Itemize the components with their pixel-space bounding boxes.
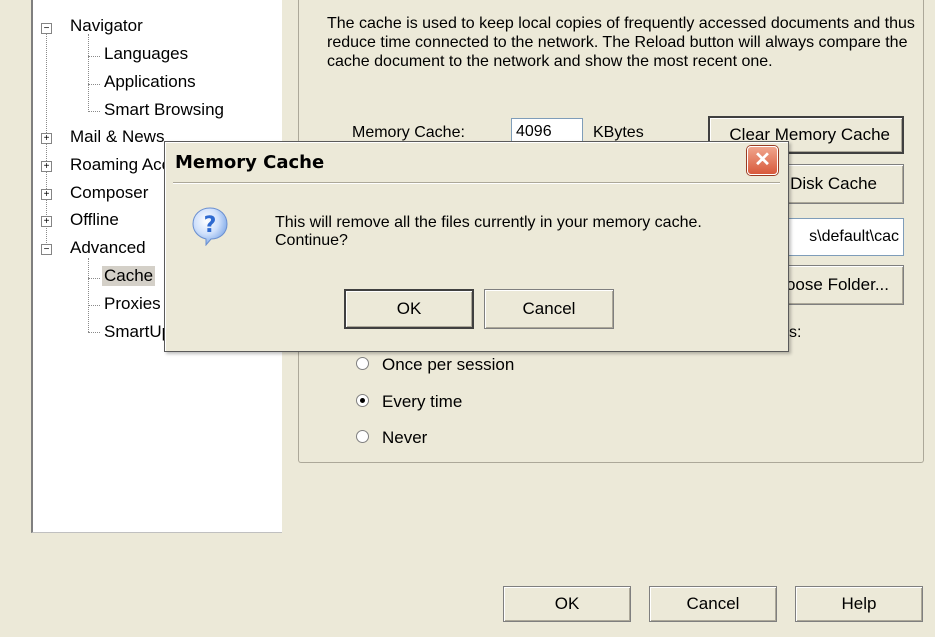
tree-item-applications[interactable]: Applications (104, 72, 196, 92)
tree-item-smart-browsing[interactable]: Smart Browsing (104, 100, 224, 120)
ok-button[interactable]: OK (503, 586, 631, 622)
tree-connector (88, 332, 100, 333)
tree-item-offline[interactable]: Offline (70, 210, 119, 230)
help-button[interactable]: Help (795, 586, 923, 622)
expand-icon[interactable]: + (41, 216, 52, 227)
tree-connector (88, 84, 100, 85)
radio-button[interactable] (356, 430, 369, 443)
dialog-title: Memory Cache (175, 152, 325, 173)
tree-connector (88, 278, 100, 279)
radio-label: Never (382, 428, 428, 447)
tree-connector (88, 111, 100, 112)
tree-item-advanced[interactable]: Advanced (70, 238, 146, 258)
tree-item-mail-news[interactable]: Mail & News (70, 127, 164, 147)
tree-connector (88, 34, 89, 110)
memory-cache-dialog: Memory Cache ✕ ? This will remove all th… (164, 141, 789, 352)
tree-item-languages[interactable]: Languages (104, 44, 188, 64)
cache-description: The cache is used to keep local copies o… (327, 15, 915, 70)
tree-item-composer[interactable]: Composer (70, 183, 148, 203)
dialog-message: This will remove all the files currently… (275, 214, 785, 250)
radio-label: Once per session (382, 355, 515, 374)
dialog-cancel-button[interactable]: Cancel (484, 289, 614, 329)
compare-label: s: (789, 324, 802, 341)
kbytes-label: KBytes (593, 124, 644, 141)
tree-item-cache[interactable]: Cache (102, 266, 156, 286)
expand-icon[interactable]: + (41, 189, 52, 200)
dialog-message-line: This will remove all the files currently… (275, 214, 702, 231)
radio-button[interactable] (356, 357, 369, 370)
radio-button-selected[interactable] (356, 394, 369, 407)
tree-item-navigator[interactable]: Navigator (70, 16, 143, 36)
dialog-message-line: Continue? (275, 232, 348, 249)
radio-dot (360, 398, 365, 403)
memory-cache-label: Memory Cache: (352, 124, 465, 141)
close-icon[interactable]: ✕ (747, 146, 778, 175)
collapse-icon[interactable]: − (41, 244, 52, 255)
tree-item-proxies[interactable]: Proxies (104, 294, 161, 314)
tree-connector (88, 258, 89, 332)
expand-icon[interactable]: + (41, 133, 52, 144)
cancel-button[interactable]: Cancel (649, 586, 777, 622)
dialog-ok-button[interactable]: OK (344, 289, 474, 329)
dialog-divider (173, 182, 780, 184)
svg-text:?: ? (204, 213, 217, 238)
collapse-icon[interactable]: − (41, 23, 52, 34)
radio-label: Every time (382, 392, 463, 411)
question-icon: ? (190, 206, 230, 247)
tree-connector (88, 56, 100, 57)
tree-connector (88, 305, 100, 306)
expand-icon[interactable]: + (41, 161, 52, 172)
